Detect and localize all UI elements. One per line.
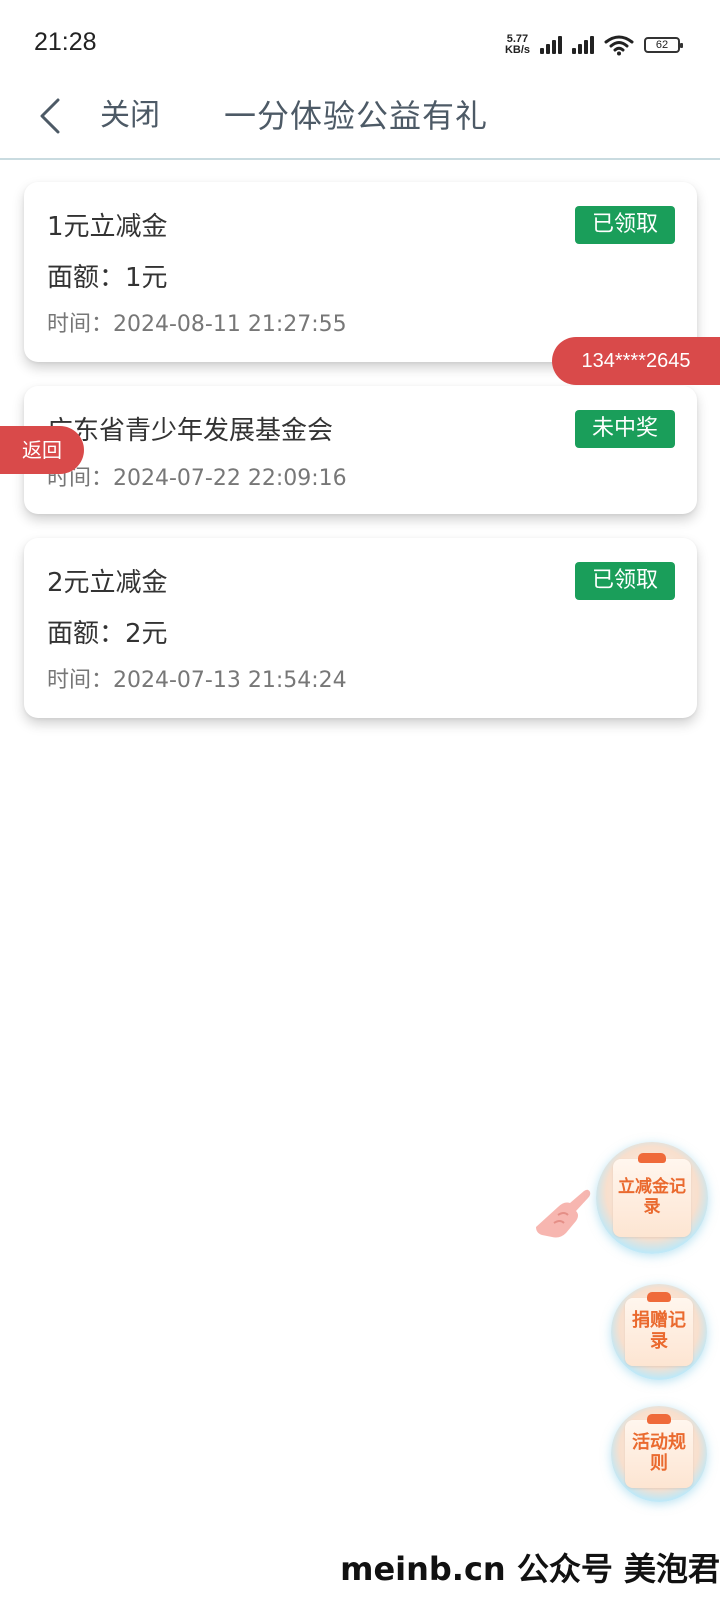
watermark-text: meinb.cn 公众号 美泡君 bbox=[340, 1550, 720, 1588]
record-time: 时间：2024-07-22 22:09:16 bbox=[47, 466, 347, 491]
status-badge: 已领取 bbox=[575, 206, 675, 244]
network-speed: 5.77 KB/s bbox=[505, 34, 530, 56]
back-button[interactable] bbox=[30, 94, 70, 138]
record-time: 时间：2024-08-11 21:27:55 bbox=[47, 312, 347, 337]
record-title: 1元立减金 bbox=[47, 212, 168, 242]
return-button[interactable]: 返回 bbox=[0, 426, 84, 474]
record-card: 2元立减金 已领取 面额：2元 时间：2024-07-13 21:54:24 bbox=[24, 538, 697, 718]
header-bar: 关闭 一分体验公益有礼 bbox=[0, 80, 720, 160]
activity-rules-label: 活动规则 bbox=[625, 1414, 693, 1488]
battery-icon: 62 bbox=[644, 37, 683, 53]
donation-records-label: 捐赠记录 bbox=[625, 1292, 693, 1366]
network-speed-unit: KB/s bbox=[504, 44, 530, 56]
status-badge: 未中奖 bbox=[575, 410, 675, 448]
phone-number-tag: 134****2645 bbox=[552, 337, 720, 385]
status-time: 21:28 bbox=[34, 28, 97, 56]
coupon-records-button[interactable]: 立减金记录 bbox=[596, 1142, 708, 1254]
status-badge: 已领取 bbox=[575, 562, 675, 600]
record-card: 1元立减金 已领取 面额：1元 时间：2024-08-11 21:27:55 bbox=[24, 182, 697, 362]
coupon-records-label: 立减金记录 bbox=[613, 1153, 691, 1237]
wifi-icon bbox=[604, 35, 634, 56]
status-icons: 5.77 KB/s 62 bbox=[505, 30, 683, 60]
pointing-hand-icon bbox=[536, 1189, 591, 1238]
record-time: 时间：2024-07-13 21:54:24 bbox=[47, 668, 347, 693]
signal-icon-secondary bbox=[572, 36, 594, 54]
close-button[interactable]: 关闭 bbox=[100, 94, 160, 138]
signal-icon bbox=[540, 36, 562, 54]
record-amount: 面额：1元 bbox=[47, 263, 168, 293]
record-title: 2元立减金 bbox=[47, 568, 168, 598]
chevron-left-icon bbox=[40, 98, 60, 134]
status-bar: 21:28 5.77 KB/s 62 bbox=[0, 0, 720, 90]
donation-records-button[interactable]: 捐赠记录 bbox=[611, 1284, 707, 1380]
activity-rules-button[interactable]: 活动规则 bbox=[611, 1406, 707, 1502]
page-title: 一分体验公益有礼 bbox=[224, 97, 489, 135]
record-title: 广东省青少年发展基金会 bbox=[47, 416, 334, 446]
record-amount: 面额：2元 bbox=[47, 619, 168, 649]
record-card: 广东省青少年发展基金会 未中奖 时间：2024-07-22 22:09:16 bbox=[24, 386, 697, 514]
